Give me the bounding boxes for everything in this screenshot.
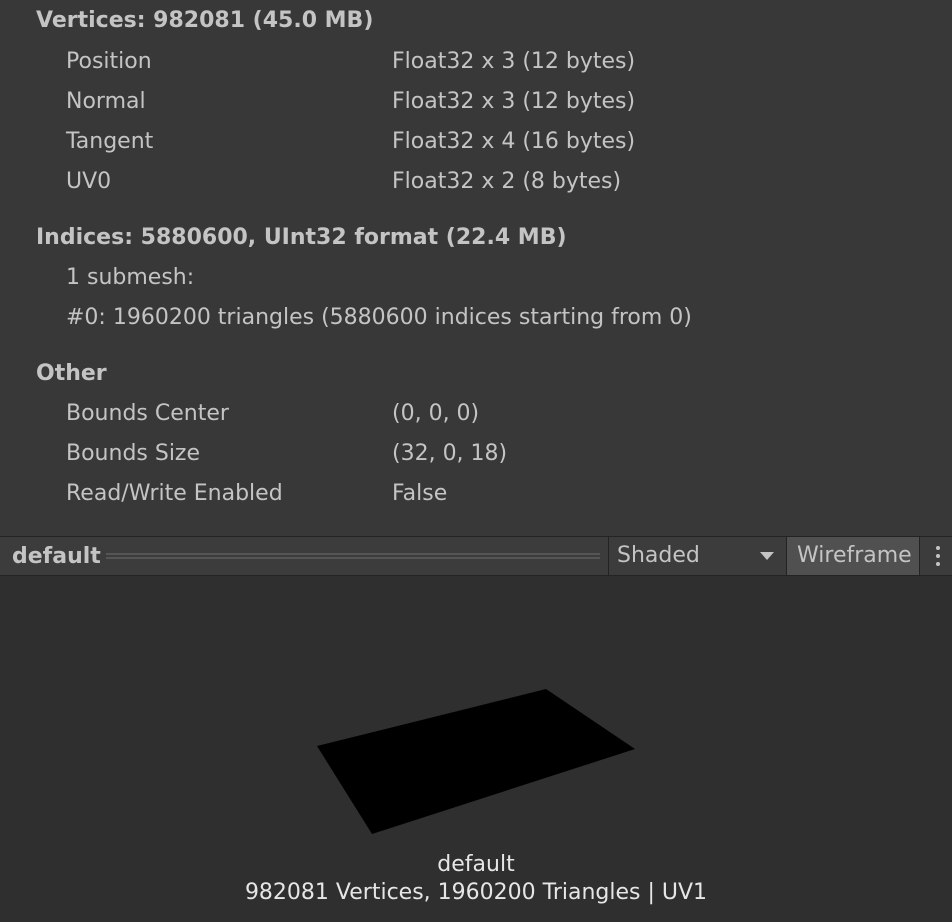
property-value: (0, 0, 0) (392, 401, 480, 426)
property-name: Bounds Size (66, 441, 201, 466)
other-header: Other (36, 361, 107, 386)
wireframe-toggle[interactable]: Wireframe (786, 537, 920, 575)
submesh-count: 1 submesh: (66, 265, 195, 290)
attribute-format: Float32 x 2 (8 bytes) (392, 169, 622, 194)
attribute-format: Float32 x 4 (16 bytes) (392, 129, 636, 154)
attribute-name: UV0 (66, 169, 112, 194)
attribute-format: Float32 x 3 (12 bytes) (392, 89, 636, 114)
property-value: False (392, 481, 448, 506)
attribute-format: Float32 x 3 (12 bytes) (392, 49, 636, 74)
property-name: Read/Write Enabled (66, 481, 283, 506)
mesh-plane (317, 689, 635, 834)
property-name: Bounds Center (66, 401, 229, 426)
mesh-name: default (437, 852, 515, 877)
mesh-inspector: Vertices: 982081 (45.0 MB) Position Floa… (0, 0, 952, 536)
preview-toolbar: default Shaded Wireframe (0, 536, 952, 576)
submesh-info: #0: 1960200 triangles (5880600 indices s… (66, 305, 692, 330)
attribute-name: Tangent (66, 129, 154, 154)
vertices-header: Vertices: 982081 (45.0 MB) (36, 8, 374, 33)
indices-header: Indices: 5880600, UInt32 format (22.4 MB… (36, 225, 567, 250)
attribute-name: Normal (66, 89, 146, 114)
kebab-menu-icon[interactable] (926, 537, 952, 575)
mesh-stats: 982081 Vertices, 1960200 Triangles | UV1 (244, 880, 708, 905)
drag-handle[interactable] (106, 553, 600, 559)
preview-title: default (12, 544, 101, 569)
shading-mode-dropdown[interactable]: Shaded (608, 537, 784, 575)
property-value: (32, 0, 18) (392, 441, 508, 466)
mesh-preview[interactable]: default 982081 Vertices, 1960200 Triangl… (0, 576, 952, 922)
wireframe-label: Wireframe (797, 543, 912, 568)
attribute-name: Position (66, 49, 152, 74)
chevron-down-icon (760, 552, 774, 560)
shading-mode-label: Shaded (617, 543, 700, 568)
